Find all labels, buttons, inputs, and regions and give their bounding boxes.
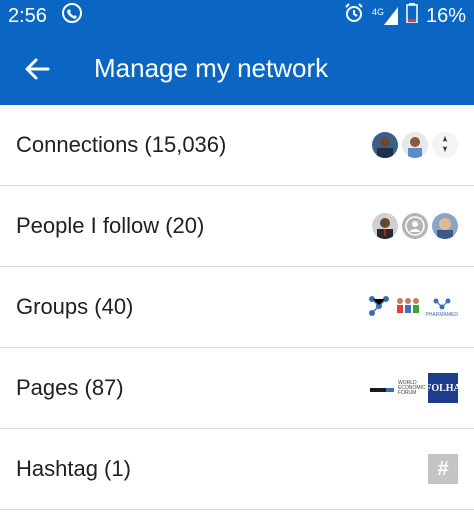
row-label: Pages (87) [16, 375, 124, 400]
status-bar: 2:56 4G 16% [0, 0, 474, 32]
row-label: Connections (15,036) [16, 132, 227, 157]
hashtag-icon: # [428, 454, 458, 484]
pages-logos: WORLD ECONOMIC FORUM FOLHA [370, 373, 461, 403]
avatar [402, 132, 428, 158]
row-pages[interactable]: Pages (87) WORLD ECONOMIC FORUM FOLHA [0, 348, 474, 429]
pharmamed-logo-text: PHARMAMED [425, 311, 458, 318]
app-bar: Manage my network [0, 32, 474, 105]
back-button[interactable] [20, 52, 54, 86]
followed-avatars [372, 213, 458, 239]
hashtag-thumbs: # [428, 454, 458, 484]
connections-avatars [372, 132, 458, 158]
row-label: Groups (40) [16, 294, 134, 319]
row-connections[interactable]: Connections (15,036) [0, 105, 474, 186]
row-hashtag[interactable]: Hashtag (1) # [0, 429, 474, 510]
battery-percent: 16% [425, 4, 466, 27]
call-icon [61, 2, 83, 30]
person-placeholder-icon [402, 213, 428, 239]
brand-logo-icon [370, 379, 394, 398]
folha-logo: FOLHA [425, 373, 461, 403]
page-title: Manage my network [94, 53, 329, 83]
network-icon: 4G [372, 7, 398, 25]
network-list: Connections (15,036) People I follow (20… [0, 105, 474, 510]
avatar [432, 132, 458, 158]
avatar [372, 132, 398, 158]
wef-logo: WORLD ECONOMIC FORUM [398, 379, 426, 396]
row-label: Hashtag (1) [16, 456, 131, 481]
people-group-icon [395, 295, 421, 319]
alarm-icon [344, 3, 364, 29]
row-people-i-follow[interactable]: People I follow (20) [0, 186, 474, 267]
groups-logos: PHARMAMED [367, 294, 458, 320]
network-type-label: 4G [371, 7, 384, 17]
molecule-icon [367, 294, 391, 320]
status-time: 2:56 [8, 4, 47, 27]
avatar [372, 213, 398, 239]
pharmamed-logo: PHARMAMED [425, 297, 458, 318]
battery-icon [406, 3, 418, 29]
row-label: People I follow (20) [16, 213, 205, 238]
row-groups[interactable]: Groups (40) PHARMAMED [0, 267, 474, 348]
back-arrow-icon [25, 58, 50, 79]
avatar [432, 213, 458, 239]
